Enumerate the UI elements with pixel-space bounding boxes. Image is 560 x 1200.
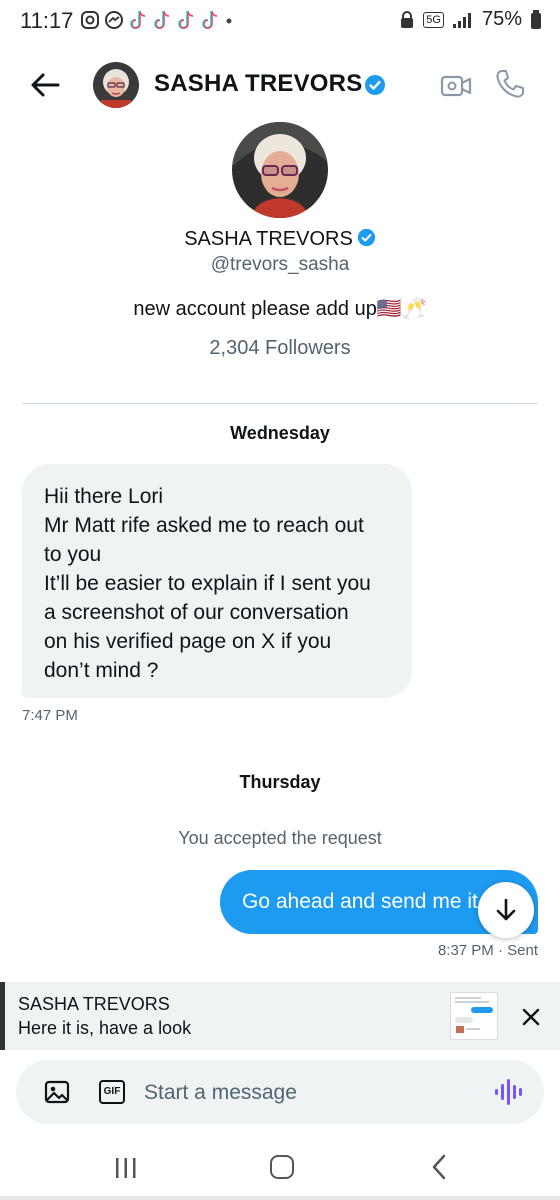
conversation-header: SASHA TREVORS: [0, 56, 560, 114]
system-back-icon[interactable]: [430, 1154, 448, 1180]
message-line: Mr Matt rife asked me to reach out: [44, 514, 364, 537]
dot-icon: [226, 18, 232, 24]
arrow-down-icon: [496, 898, 516, 921]
preview-text: Here it is, have a look: [18, 1018, 192, 1038]
status-bar: 11:17 5G 75%: [0, 0, 560, 42]
message-line: It’ll be easier to explain if I sent you: [44, 572, 371, 595]
message-line: on his verified page on X if you: [44, 630, 332, 653]
home-button[interactable]: [270, 1155, 294, 1179]
preview-thumbnail[interactable]: [450, 992, 498, 1040]
tiktok-icon: [177, 11, 194, 30]
avatar[interactable]: [93, 62, 139, 108]
scroll-to-bottom-button[interactable]: [478, 882, 534, 938]
gesture-bar: [0, 1196, 560, 1200]
system-message: You accepted the request: [178, 828, 382, 848]
profile-handle[interactable]: @trevors_sasha: [0, 254, 560, 276]
image-icon[interactable]: [44, 1079, 70, 1105]
message-line: a screenshot of our conversation: [44, 601, 349, 624]
divider: [22, 403, 538, 404]
back-arrow-icon[interactable]: [28, 68, 62, 102]
status-time: 11:17: [20, 8, 74, 33]
battery-icon: [531, 9, 541, 29]
notification-icons: [80, 9, 234, 31]
network-badge: 5G: [423, 11, 444, 28]
header-title[interactable]: SASHA TREVORS: [154, 70, 362, 98]
profile-name[interactable]: SASHA TREVORS: [184, 228, 353, 250]
outgoing-message-text: Go ahead and send me it: [242, 890, 478, 913]
tiktok-icon: [153, 11, 170, 30]
verified-badge-icon: [365, 75, 385, 95]
preview-sender: SASHA TREVORS: [18, 994, 170, 1014]
day-separator: Wednesday: [230, 423, 330, 443]
profile-name-row: SASHA TREVORS: [0, 228, 560, 251]
close-icon[interactable]: [520, 1006, 542, 1028]
tiktok-icon: [201, 11, 218, 30]
signal-icon: [452, 12, 471, 28]
incoming-message-bubble[interactable]: Hii there Lori Mr Matt rife asked me to …: [22, 464, 412, 698]
profile-avatar[interactable]: [232, 122, 328, 218]
message-preview-banner[interactable]: SASHA TREVORS Here it is, have a look: [0, 982, 560, 1050]
sent-status: 8:37 PM · Sent: [437, 942, 538, 959]
message-input[interactable]: [144, 1078, 454, 1108]
status-right: 5G 75%: [399, 8, 542, 31]
tiktok-icon: [129, 11, 146, 30]
message-line: don’t mind ?: [44, 659, 159, 682]
profile-followers[interactable]: 2,304 Followers: [0, 337, 560, 360]
instagram-icon: [81, 11, 99, 29]
battery-percent: 75%: [481, 8, 522, 30]
lock-icon: [401, 10, 414, 28]
day-separator: Thursday: [239, 772, 321, 792]
video-call-icon[interactable]: [440, 70, 472, 102]
messenger-icon: [105, 11, 123, 29]
message-timestamp: 7:47 PM: [22, 707, 78, 724]
voice-message-icon[interactable]: [494, 1076, 524, 1108]
system-nav-bar: [0, 1140, 560, 1200]
recents-icon[interactable]: [115, 1156, 137, 1180]
phone-call-icon[interactable]: [494, 68, 526, 100]
gif-button[interactable]: GIF: [99, 1080, 125, 1104]
verified-badge-icon: [357, 228, 375, 247]
message-line: to you: [44, 543, 102, 566]
message-line: Hii there Lori: [44, 485, 164, 508]
profile-bio: new account please add up🇺🇸🥂: [133, 298, 427, 320]
message-composer: GIF: [16, 1060, 544, 1124]
